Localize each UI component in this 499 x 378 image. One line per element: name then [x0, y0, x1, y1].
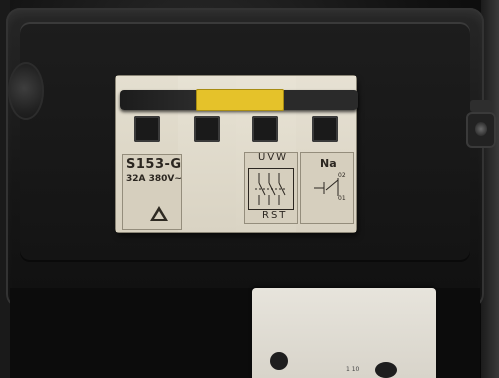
toggle-slot	[194, 116, 220, 142]
photo-scene: S153-G 32A 380V~ UVW RST Na 02 01 1 10	[0, 0, 499, 378]
socket-label: 1 10	[346, 366, 360, 373]
toggle-slot	[312, 116, 338, 142]
toggle-slot	[252, 116, 278, 142]
output-terminals-marking: UVW	[258, 152, 289, 163]
socket-pin-hole	[270, 352, 288, 370]
three-pole-schematic-icon	[248, 168, 294, 210]
breaker-model: S153-G	[126, 157, 182, 172]
input-terminals-marking: RST	[262, 210, 288, 221]
yellow-toggle-cap	[196, 89, 284, 111]
warning-triangle-inner	[154, 211, 164, 219]
aux-terminal-bottom: 01	[338, 195, 346, 202]
mounting-screw-icon	[8, 62, 44, 120]
lock-screw-icon	[466, 112, 496, 148]
socket-pin-hole	[375, 362, 397, 378]
toggle-slot	[134, 116, 160, 142]
latch-clip	[470, 100, 492, 112]
aux-contact-label: Na	[320, 157, 337, 170]
breaker-rating: 32A 380V~	[126, 174, 182, 184]
